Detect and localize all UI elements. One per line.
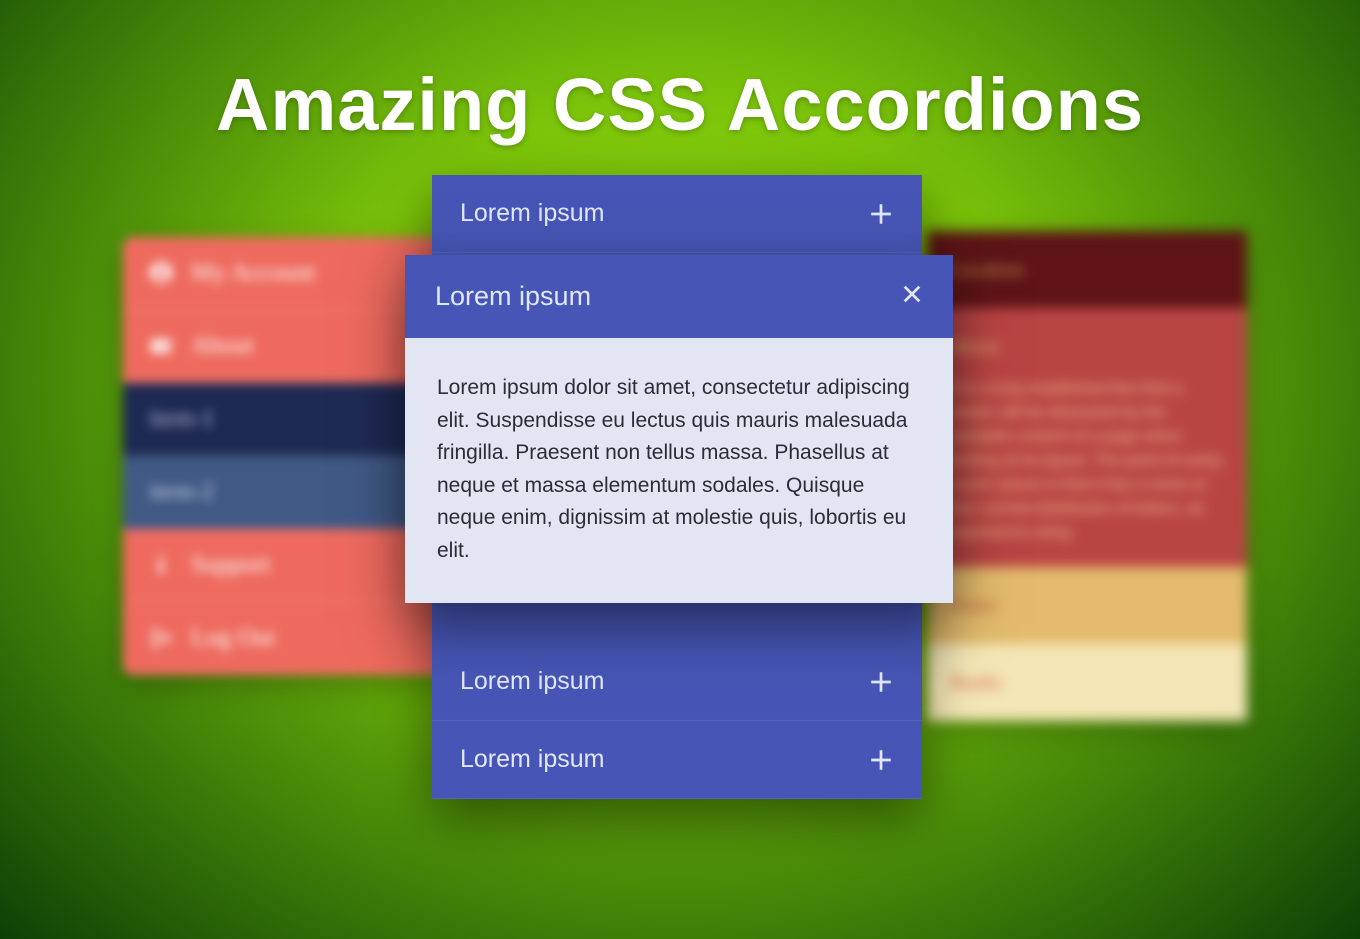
right-item-notes[interactable]: Notes	[927, 567, 1247, 644]
close-icon[interactable]	[901, 281, 923, 312]
right-item-body: It is a long established fact that a rea…	[927, 373, 1247, 567]
accordion-row-4[interactable]: Lorem ipsum	[432, 721, 922, 799]
plus-icon	[868, 201, 894, 227]
right-item-label: Music	[949, 334, 1002, 358]
right-item-label: Location	[949, 257, 1024, 281]
stage: My Account About item-1 item-2 Support L…	[0, 147, 1360, 887]
accordion-row-3[interactable]: Lorem ipsum	[432, 643, 922, 721]
right-item-label: Notes	[949, 593, 998, 617]
right-item-location[interactable]: Location	[927, 231, 1247, 308]
accordion-expanded-card: Lorem ipsum Lorem ipsum dolor sit amet, …	[405, 255, 953, 603]
accordion-row-2[interactable]: Lorem ipsum	[405, 255, 953, 338]
sidebar-item-label: My Account	[191, 259, 315, 287]
sidebar-item-label: item-2	[149, 478, 214, 506]
id-card-icon	[149, 334, 173, 358]
accordion-row-label: Lorem ipsum	[460, 667, 605, 696]
info-icon	[149, 553, 173, 577]
accordion-row-label: Lorem ipsum	[460, 745, 605, 774]
sidebar-item-label: About	[191, 332, 254, 360]
accordion-row-1[interactable]: Lorem ipsum	[432, 175, 922, 253]
plus-icon	[868, 669, 894, 695]
accordion-row-label: Lorem ipsum	[460, 199, 605, 228]
accordion-body-text: Lorem ipsum dolor sit amet, consectetur …	[405, 338, 953, 603]
logout-icon	[149, 626, 173, 650]
sidebar-item-label: item-1	[149, 405, 214, 433]
user-circle-icon	[149, 261, 173, 285]
sidebar-item-label: Support	[191, 551, 270, 579]
sidebar-item-logout[interactable]: Log Out	[123, 602, 463, 675]
right-item-books[interactable]: Books	[927, 644, 1247, 721]
accordion-row-label: Lorem ipsum	[435, 281, 591, 312]
page-title: Amazing CSS Accordions	[0, 0, 1360, 147]
plus-icon	[868, 747, 894, 773]
right-accordion-panel: Location Music It is a long established …	[927, 231, 1247, 721]
sidebar-item-label: Log Out	[191, 624, 275, 652]
right-item-label: Books	[949, 670, 1003, 694]
right-item-music[interactable]: Music	[927, 308, 1247, 373]
